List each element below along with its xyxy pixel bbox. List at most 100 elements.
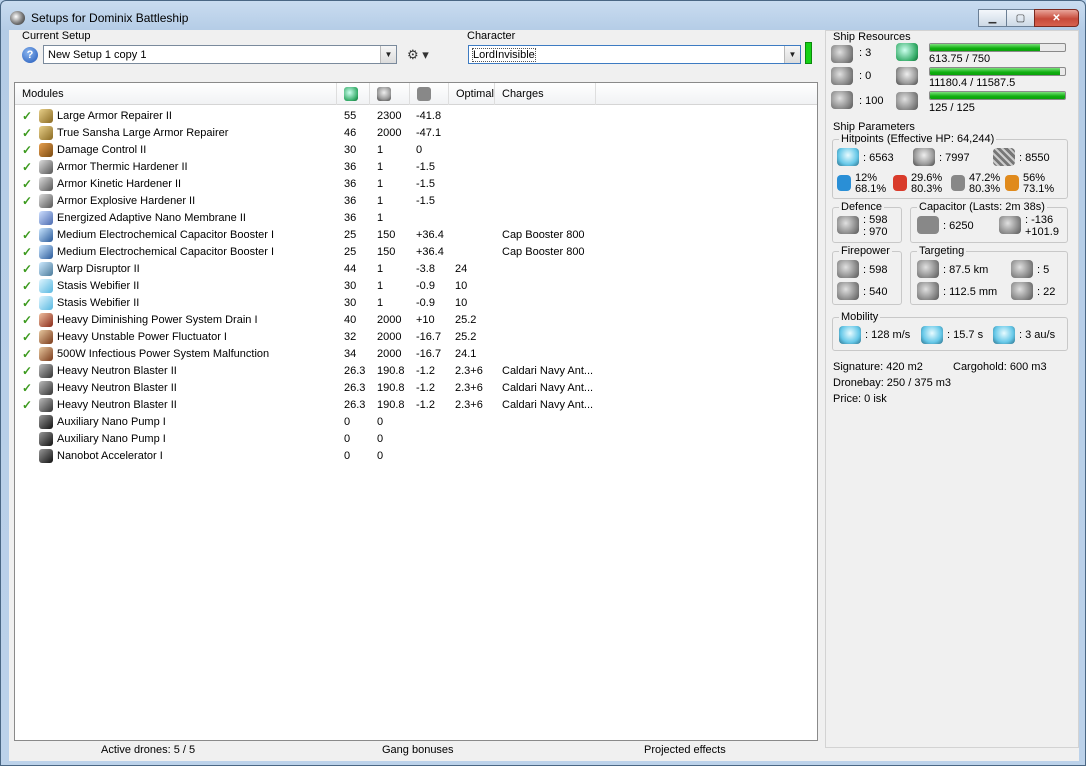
module-cpu: 30 (344, 297, 357, 309)
rig-icon (39, 415, 53, 429)
setup-dropdown[interactable]: New Setup 1 copy 1 ▼ (43, 45, 397, 64)
powergrid-value: 11180.4 / 11587.5 (929, 77, 1016, 89)
drone-bandwidth-bar-fill (930, 92, 1065, 99)
active-check-icon[interactable]: ✓ (22, 330, 34, 344)
module-name: Armor Thermic Hardener II (57, 161, 188, 173)
column-header-modules[interactable]: Modules (15, 83, 337, 105)
column-header-optimal[interactable]: Optimal (449, 83, 495, 105)
module-cpu: 0 (344, 450, 351, 462)
module-row[interactable]: ✓ Damage Control II 30 1 0 (15, 142, 817, 159)
module-powergrid: 0 (377, 433, 384, 445)
column-header-capacitor[interactable] (410, 83, 449, 105)
active-check-icon[interactable]: ✓ (22, 313, 34, 327)
active-check-icon[interactable]: ✓ (22, 279, 34, 293)
column-header-powergrid[interactable] (370, 83, 410, 105)
column-header-cpu[interactable] (337, 83, 370, 105)
module-powergrid: 2000 (377, 348, 402, 360)
module-row[interactable]: ✓ Heavy Neutron Blaster II 26.3 190.8 -1.2 2.… (15, 363, 817, 380)
active-check-icon[interactable]: ✓ (22, 194, 34, 208)
module-row[interactable]: ✓ Heavy Diminishing Power System Drain I 4… (15, 312, 817, 329)
module-capacitor: -1.2 (416, 365, 435, 377)
thermal-armor-resist: 80.3% (911, 183, 943, 195)
module-row[interactable]: ✓ 500W Infectious Power System Malfunctio… (15, 346, 817, 363)
module-name: Heavy Neutron Blaster II (57, 399, 177, 411)
active-check-icon[interactable]: ✓ (22, 177, 34, 191)
module-cpu: 34 (344, 348, 357, 360)
module-row[interactable]: ✓ Stasis Webifier II 30 1 -0.9 10 (15, 278, 817, 295)
active-check-icon[interactable]: ✓ (22, 296, 34, 310)
projected-effects-button[interactable]: Projected effects (644, 744, 726, 756)
capacitor-amount: : 6250 (943, 220, 974, 232)
help-icon[interactable]: ? (22, 47, 38, 63)
active-check-icon[interactable]: ✓ (22, 245, 34, 259)
ship-resources-label: Ship Resources (833, 31, 911, 43)
drone-bandwidth-bar (929, 91, 1066, 100)
module-name: Heavy Neutron Blaster II (57, 382, 177, 394)
active-check-icon[interactable]: ✓ (22, 143, 34, 157)
module-row[interactable]: ✓ Heavy Neutron Blaster II 26.3 190.8 -1.2 2.… (15, 397, 817, 414)
active-check-icon[interactable]: ✓ (22, 347, 34, 361)
module-powergrid: 1 (377, 263, 384, 275)
module-row[interactable]: ✓ Armor Kinetic Hardener II 36 1 -1.5 (15, 176, 817, 193)
active-check-icon[interactable] (22, 449, 34, 463)
active-check-icon[interactable]: ✓ (22, 364, 34, 378)
active-check-icon[interactable]: ✓ (22, 381, 34, 395)
module-capacitor: +36.4 (416, 229, 444, 241)
module-cpu: 36 (344, 212, 357, 224)
module-name: Large Armor Repairer II (57, 110, 172, 122)
active-drones-button[interactable]: Active drones: 5 / 5 (101, 744, 195, 756)
column-header-charges[interactable]: Charges (495, 83, 596, 105)
module-row[interactable]: ✓ Medium Electrochemical Capacitor Booste… (15, 227, 817, 244)
setup-tools-icon[interactable]: ⚙ ▾ (407, 47, 441, 65)
module-row[interactable]: ✓ Stasis Webifier II 30 1 -0.9 10 (15, 295, 817, 312)
module-powergrid: 190.8 (377, 399, 405, 411)
module-row[interactable]: ✓ Heavy Neutron Blaster II 26.3 190.8 -1.2 2.… (15, 380, 817, 397)
active-check-icon[interactable]: ✓ (22, 228, 34, 242)
module-row[interactable]: Energized Adaptive Nano Membrane II 36 1 (15, 210, 817, 227)
module-powergrid: 1 (377, 280, 384, 292)
repair-icon (837, 216, 859, 234)
module-row[interactable]: Auxiliary Nano Pump I 0 0 (15, 414, 817, 431)
align-time-icon (921, 326, 943, 344)
active-check-icon[interactable] (22, 432, 34, 446)
maximize-button[interactable]: ▢ (1006, 9, 1035, 27)
module-name: Stasis Webifier II (57, 280, 140, 292)
active-check-icon[interactable]: ✓ (22, 109, 34, 123)
capacitor-recharge: +101.9 (1025, 226, 1059, 238)
module-row[interactable]: ✓ Armor Explosive Hardener II 36 1 -1.5 (15, 193, 817, 210)
module-row[interactable]: ✓ Heavy Unstable Power Fluctuator I 32 2000… (15, 329, 817, 346)
hull-hp-value: : 8550 (1019, 152, 1050, 164)
minimize-button[interactable]: ▁ (978, 9, 1007, 27)
module-cpu: 36 (344, 161, 357, 173)
gang-bonuses-button[interactable]: Gang bonuses (382, 744, 454, 756)
title-bar[interactable]: Setups for Dominix Battleship ▁ ▢ ✕ (1, 1, 1085, 31)
stasis-webifier-icon (39, 296, 53, 310)
module-row[interactable]: Auxiliary Nano Pump I 0 0 (15, 431, 817, 448)
active-check-icon[interactable]: ✓ (22, 262, 34, 276)
active-check-icon[interactable]: ✓ (22, 160, 34, 174)
energy-drain-icon (39, 313, 53, 327)
module-cpu: 36 (344, 195, 357, 207)
module-name: Stasis Webifier II (57, 297, 140, 309)
capacitor-group: Capacitor (Lasts: 2m 38s) : 6250 : -136 … (910, 201, 1068, 243)
sensor-strength-icon (1011, 282, 1033, 300)
modules-list[interactable]: Modules Optimal Charges ✓ Large Armor Rep… (14, 82, 818, 741)
module-optimal: 25.2 (455, 314, 477, 326)
module-row[interactable]: ✓ Armor Thermic Hardener II 36 1 -1.5 (15, 159, 817, 176)
module-row[interactable]: ✓ Large Armor Repairer II 55 2300 -41.8 (15, 108, 817, 125)
module-row[interactable]: ✓ True Sansha Large Armor Repairer 46 2000 -… (15, 125, 817, 142)
module-row[interactable]: ✓ Warp Disruptor II 44 1 -3.8 24 (15, 261, 817, 278)
defence-label: Defence (839, 201, 884, 213)
close-button[interactable]: ✕ (1034, 9, 1079, 27)
module-cpu: 55 (344, 110, 357, 122)
character-dropdown[interactable]: LordInvisible ▼ (468, 45, 801, 64)
module-row[interactable]: ✓ Medium Electrochemical Capacitor Booste… (15, 244, 817, 261)
active-check-icon[interactable] (22, 211, 34, 225)
sensor-strength-value: : 22 (1037, 286, 1056, 298)
module-charges: Caldari Navy Ant... (502, 399, 594, 411)
powergrid-bar (929, 67, 1066, 76)
active-check-icon[interactable]: ✓ (22, 126, 34, 140)
active-check-icon[interactable]: ✓ (22, 398, 34, 412)
module-row[interactable]: Nanobot Accelerator I 0 0 (15, 448, 817, 465)
active-check-icon[interactable] (22, 415, 34, 429)
